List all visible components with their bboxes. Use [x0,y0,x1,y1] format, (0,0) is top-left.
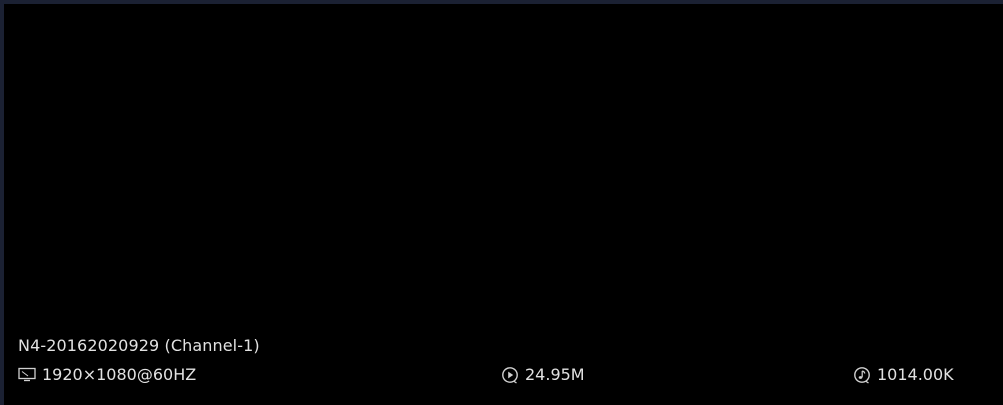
music-note-icon [854,366,870,384]
channel-title: N4-20162020929 (Channel-1) [18,336,260,355]
window-frame: N4-20162020929 (Channel-1) 1920×1080@60H… [0,0,1003,405]
video-bitrate-value: 24.95M [525,365,585,384]
resolution-stat: 1920×1080@60HZ [18,365,196,384]
audio-bitrate-stat: 1014.00K [853,365,954,384]
video-preview-panel[interactable]: N4-20162020929 (Channel-1) 1920×1080@60H… [4,4,1003,405]
audio-bitrate-value: 1014.00K [877,365,954,384]
video-bitrate-stat: 24.95M [501,365,585,384]
play-circle-icon [502,366,518,384]
monitor-icon [18,367,36,381]
resolution-value: 1920×1080@60HZ [42,365,197,384]
